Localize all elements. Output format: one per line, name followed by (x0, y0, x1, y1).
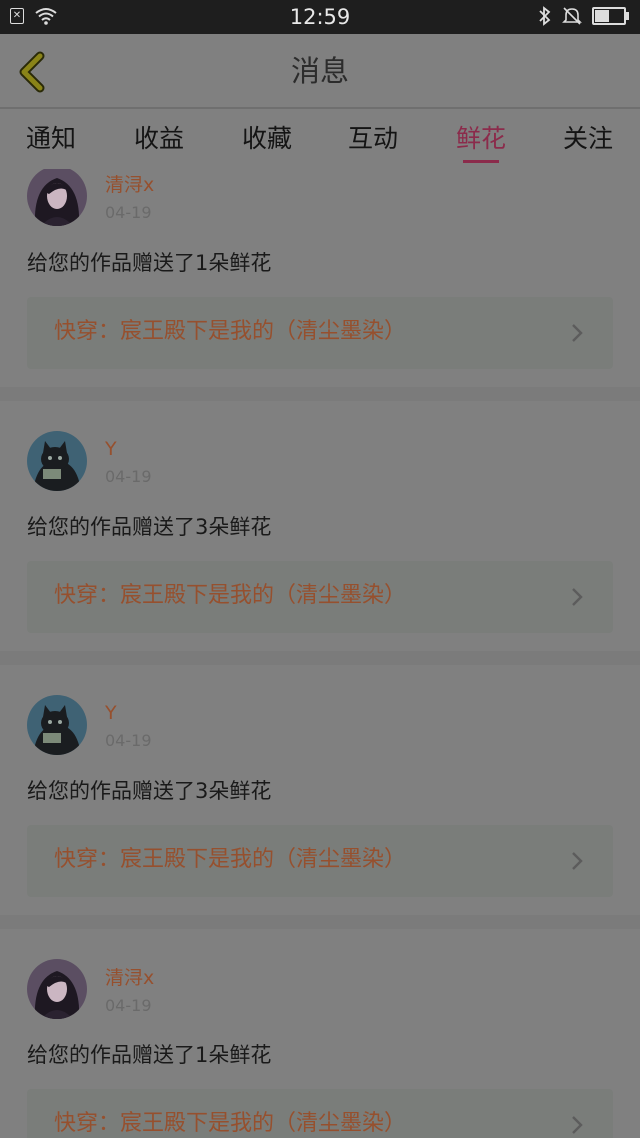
work-title: 快穿：宸王殿下是我的（清尘墨染） (54, 847, 407, 872)
tab-interactions[interactable]: 互动 (348, 123, 398, 155)
tab-bar: 通知 收益 收藏 互动 鲜花 关注 (0, 109, 640, 169)
avatar[interactable] (27, 959, 87, 1019)
work-link[interactable]: 快穿：宸王殿下是我的（清尘墨染） (27, 825, 613, 897)
tab-following[interactable]: 关注 (563, 123, 613, 155)
work-title: 快穿：宸王殿下是我的（清尘墨染） (54, 1111, 407, 1136)
header-bar: 消息 (0, 34, 640, 108)
timestamp: 04-19 (105, 731, 152, 750)
timestamp: 04-19 (105, 467, 152, 486)
flower-feed: 清浔x 04-19 给您的作品赠送了1朵鲜花 快穿：宸王殿下是我的（清尘墨染） (0, 169, 640, 1138)
page-title: 消息 (290, 54, 349, 88)
battery-icon (592, 7, 629, 25)
chevron-right-icon (572, 324, 583, 342)
status-bar: ✕ 12:59 (0, 0, 640, 34)
cat-avatar-icon (27, 695, 87, 755)
username[interactable]: 清浔x (105, 173, 154, 197)
list-item: 清浔x 04-19 给您的作品赠送了1朵鲜花 快穿：宸王殿下是我的（清尘墨染） (0, 169, 640, 387)
avatar[interactable] (27, 431, 87, 491)
username[interactable]: Y (105, 437, 117, 461)
tab-earnings[interactable]: 收益 (134, 123, 184, 155)
list-item: 清浔x 04-19 给您的作品赠送了1朵鲜花 快穿：宸王殿下是我的（清尘墨染） (0, 929, 640, 1138)
tab-favorites[interactable]: 收藏 (242, 123, 292, 155)
work-link[interactable]: 快穿：宸王殿下是我的（清尘墨染） (27, 561, 613, 633)
chevron-right-icon (572, 1116, 583, 1134)
work-link[interactable]: 快穿：宸王殿下是我的（清尘墨染） (27, 1089, 613, 1138)
work-title: 快穿：宸王殿下是我的（清尘墨染） (54, 319, 407, 344)
chevron-right-icon (572, 588, 583, 606)
username[interactable]: 清浔x (105, 966, 154, 990)
battery-level (595, 10, 609, 22)
gift-message: 给您的作品赠送了1朵鲜花 (27, 1043, 272, 1067)
gift-message: 给您的作品赠送了1朵鲜花 (27, 251, 272, 275)
bluetooth-icon (539, 6, 551, 26)
timestamp: 04-19 (105, 203, 152, 222)
username[interactable]: Y (105, 701, 117, 725)
list-item: Y 04-19 给您的作品赠送了3朵鲜花 快穿：宸王殿下是我的（清尘墨染） (0, 665, 640, 915)
cat-avatar-icon (27, 431, 87, 491)
timestamp: 04-19 (105, 996, 152, 1015)
gift-message: 给您的作品赠送了3朵鲜花 (27, 779, 272, 803)
card-separator (0, 387, 640, 401)
chevron-right-icon (572, 852, 583, 870)
list-item: Y 04-19 给您的作品赠送了3朵鲜花 快穿：宸王殿下是我的（清尘墨染） (0, 401, 640, 651)
girl-avatar-icon (27, 169, 87, 226)
active-tab-indicator (463, 160, 499, 163)
work-link[interactable]: 快穿：宸王殿下是我的（清尘墨染） (27, 297, 613, 369)
gift-message: 给您的作品赠送了3朵鲜花 (27, 515, 272, 539)
tab-notifications[interactable]: 通知 (26, 123, 76, 155)
tab-flowers[interactable]: 鲜花 (456, 123, 506, 155)
avatar[interactable] (27, 169, 87, 226)
card-separator (0, 651, 640, 665)
girl-avatar-icon (27, 959, 87, 1019)
card-separator (0, 915, 640, 929)
mute-icon (562, 7, 582, 25)
avatar[interactable] (27, 695, 87, 755)
work-title: 快穿：宸王殿下是我的（清尘墨染） (54, 583, 407, 608)
